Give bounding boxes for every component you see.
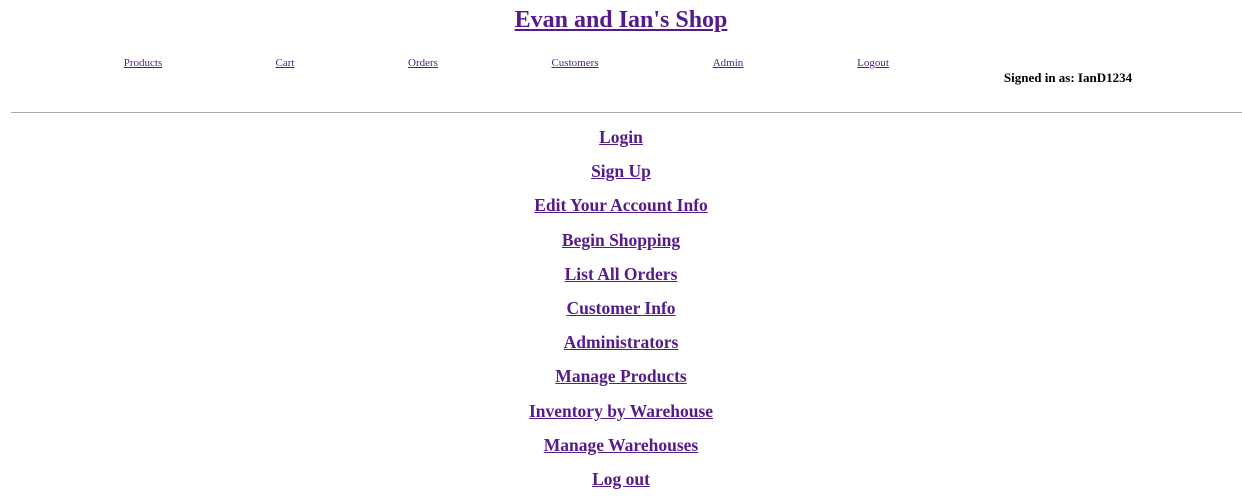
nav-products-link[interactable]: Products <box>124 57 163 70</box>
manage-products-link[interactable]: Manage Products <box>555 366 686 386</box>
menu-item-administrators: Administrators <box>0 330 1242 364</box>
menu-item-begin-shopping: Begin Shopping <box>0 228 1242 262</box>
administrators-link[interactable]: Administrators <box>564 332 679 352</box>
customer-info-link[interactable]: Customer Info <box>566 298 675 318</box>
header-divider <box>11 112 1242 113</box>
nav-cart-link[interactable]: Cart <box>276 57 295 70</box>
menu-item-manage-warehouses: Manage Warehouses <box>0 433 1242 467</box>
manage-warehouses-link[interactable]: Manage Warehouses <box>544 435 698 455</box>
menu-item-sign-up: Sign Up <box>0 159 1242 193</box>
menu-item-list-orders: List All Orders <box>0 262 1242 296</box>
login-link[interactable]: Login <box>599 127 643 147</box>
nav-admin-link[interactable]: Admin <box>713 57 744 70</box>
menu-item-manage-products: Manage Products <box>0 364 1242 398</box>
menu-item-edit-account: Edit Your Account Info <box>0 193 1242 227</box>
edit-account-link[interactable]: Edit Your Account Info <box>534 195 708 215</box>
begin-shopping-link[interactable]: Begin Shopping <box>562 230 680 250</box>
menu-item-login: Login <box>0 125 1242 159</box>
menu-item-customer-info: Customer Info <box>0 296 1242 330</box>
nav-logout-link[interactable]: Logout <box>857 57 889 70</box>
list-orders-link[interactable]: List All Orders <box>565 264 678 284</box>
main-menu: Login Sign Up Edit Your Account Info Beg… <box>0 125 1242 501</box>
log-out-link[interactable]: Log out <box>592 469 650 489</box>
site-title-link[interactable]: Evan and Ian's Shop <box>515 7 728 33</box>
sign-up-link[interactable]: Sign Up <box>591 161 651 181</box>
site-title: Evan and Ian's Shop <box>0 6 1242 34</box>
inventory-by-warehouse-link[interactable]: Inventory by Warehouse <box>529 401 713 421</box>
menu-item-inventory-warehouse: Inventory by Warehouse <box>0 399 1242 433</box>
nav-customers-link[interactable]: Customers <box>551 57 598 70</box>
signed-in-status: Signed in as: IanD1234 <box>1003 70 1133 85</box>
menu-item-log-out: Log out <box>0 467 1242 501</box>
nav-orders-link[interactable]: Orders <box>408 57 438 70</box>
